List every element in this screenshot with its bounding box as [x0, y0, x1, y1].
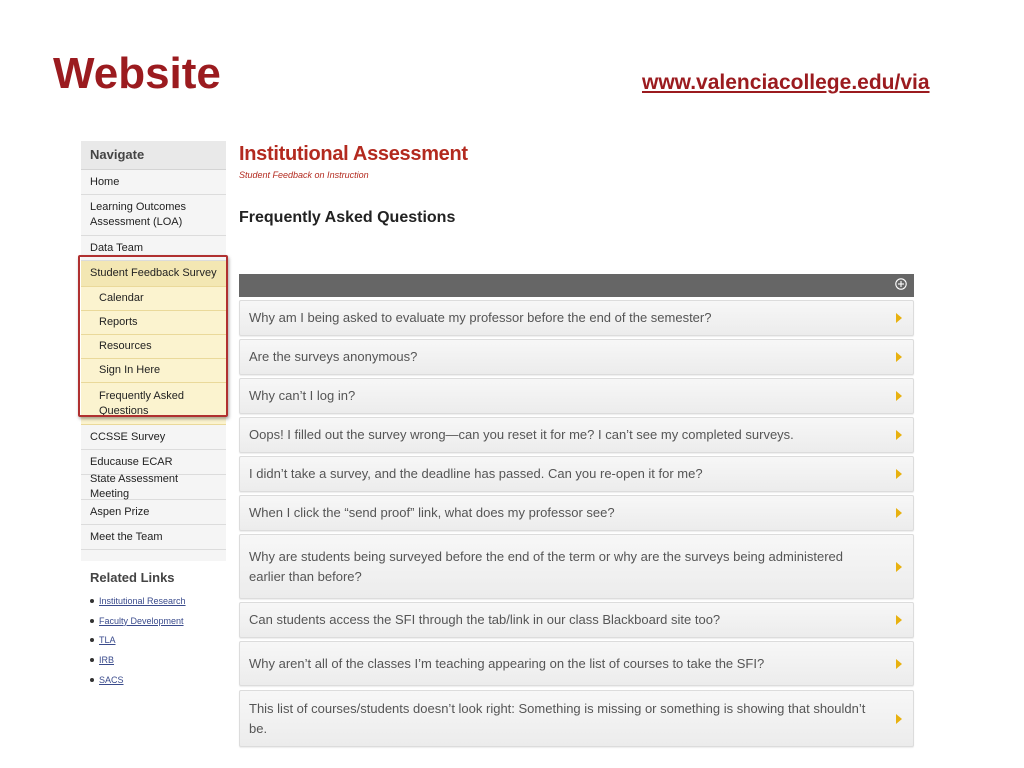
faq-item[interactable]: Why can’t I log in?	[239, 378, 914, 414]
sidebar-item-state-assessment-meeting[interactable]: State Assessment Meeting	[81, 473, 226, 500]
expand-arrow-icon	[896, 658, 902, 669]
expand-arrow-icon	[896, 713, 902, 724]
related-link-faculty-development[interactable]: Faculty Development	[99, 616, 184, 626]
nav-header: Navigate	[81, 141, 226, 170]
sidebar-item-aspen-prize[interactable]: Aspen Prize	[81, 500, 226, 525]
related-links-list: Institutional Research Faculty Developme…	[90, 591, 230, 690]
sidebar-item-meet-the-team[interactable]: Meet the Team	[81, 525, 226, 550]
faq-question: I didn’t take a survey, and the deadline…	[249, 466, 703, 481]
faq-toolbar	[239, 274, 914, 297]
sidebar-nav: Navigate Home Learning Outcomes Assessme…	[81, 141, 226, 561]
faq-item[interactable]: This list of courses/students doesn’t lo…	[239, 690, 914, 747]
bullet-icon	[90, 618, 94, 623]
faq-question: Why aren’t all of the classes I’m teachi…	[249, 655, 765, 671]
sidebar-subitem-reports[interactable]: Reports	[81, 311, 226, 335]
sidebar-item-ccsse-survey[interactable]: CCSSE Survey	[81, 425, 226, 450]
faq-item[interactable]: Why are students being surveyed before t…	[239, 534, 914, 599]
expand-arrow-icon	[896, 313, 902, 323]
website-url-link[interactable]: www.valenciacollege.edu/via	[642, 71, 930, 95]
expand-arrow-icon	[896, 469, 902, 479]
faq-question: Can students access the SFI through the …	[249, 612, 721, 627]
slide-title: Website	[53, 49, 221, 98]
bullet-icon	[90, 638, 94, 643]
faq-question: Oops! I filled out the survey wrong—can …	[249, 427, 794, 442]
faq-item[interactable]: When I click the “send proof” link, what…	[239, 495, 914, 531]
related-link-item: IRB	[90, 650, 230, 670]
expand-arrow-icon	[896, 561, 902, 572]
sidebar-subitem-resources[interactable]: Resources	[81, 335, 226, 359]
bullet-icon	[90, 678, 94, 683]
nav-list-footer	[81, 550, 226, 561]
related-link-institutional-research[interactable]: Institutional Research	[99, 596, 186, 606]
sidebar-subitem-faq[interactable]: Frequently Asked Questions	[81, 383, 226, 425]
related-link-sacs[interactable]: SACS	[99, 675, 124, 685]
expand-arrow-icon	[896, 615, 902, 625]
bullet-icon	[90, 658, 94, 663]
page-title: Institutional Assessment	[239, 143, 468, 165]
related-link-tla[interactable]: TLA	[99, 635, 116, 645]
related-link-item: Institutional Research	[90, 591, 230, 611]
sidebar-subitem-sign-in-here[interactable]: Sign In Here	[81, 359, 226, 383]
faq-question: Why can’t I log in?	[249, 388, 356, 403]
faq-item[interactable]: Can students access the SFI through the …	[239, 602, 914, 638]
page-subtitle: Student Feedback on Instruction	[239, 170, 369, 180]
sidebar-item-data-team[interactable]: Data Team	[81, 236, 226, 261]
related-link-item: SACS	[90, 670, 230, 690]
sidebar-subitem-calendar[interactable]: Calendar	[81, 287, 226, 311]
faq-item[interactable]: I didn’t take a survey, and the deadline…	[239, 456, 914, 492]
expand-arrow-icon	[896, 430, 902, 440]
related-link-item: Faculty Development	[90, 611, 230, 631]
faq-item[interactable]: Oops! I filled out the survey wrong—can …	[239, 417, 914, 453]
faq-question: This list of courses/students doesn’t lo…	[249, 700, 866, 736]
faq-question: Are the surveys anonymous?	[249, 349, 418, 364]
bullet-icon	[90, 598, 94, 603]
faq-item[interactable]: Why am I being asked to evaluate my prof…	[239, 300, 914, 336]
faq-question: Why am I being asked to evaluate my prof…	[249, 310, 712, 325]
faq-item[interactable]: Are the surveys anonymous?	[239, 339, 914, 375]
sidebar-item-student-feedback-survey[interactable]: Student Feedback Survey	[81, 261, 226, 287]
related-link-item: TLA	[90, 631, 230, 651]
related-links-title: Related Links	[90, 570, 175, 585]
related-links: Related Links Institutional Research Fac…	[90, 570, 230, 690]
expand-arrow-icon	[896, 391, 902, 401]
sidebar-item-loa[interactable]: Learning Outcomes Assessment (LOA)	[81, 195, 226, 236]
related-link-irb[interactable]: IRB	[99, 655, 114, 665]
sidebar-item-home[interactable]: Home	[81, 170, 226, 195]
expand-arrow-icon	[896, 352, 902, 362]
faq-item[interactable]: Why aren’t all of the classes I’m teachi…	[239, 641, 914, 686]
plus-circle-icon[interactable]	[895, 278, 907, 290]
faq-question: When I click the “send proof” link, what…	[249, 505, 615, 520]
expand-arrow-icon	[896, 508, 902, 518]
nav-list: Home Learning Outcomes Assessment (LOA) …	[81, 170, 226, 561]
faq-question: Why are students being surveyed before t…	[249, 548, 843, 584]
faq-heading: Frequently Asked Questions	[239, 209, 456, 226]
